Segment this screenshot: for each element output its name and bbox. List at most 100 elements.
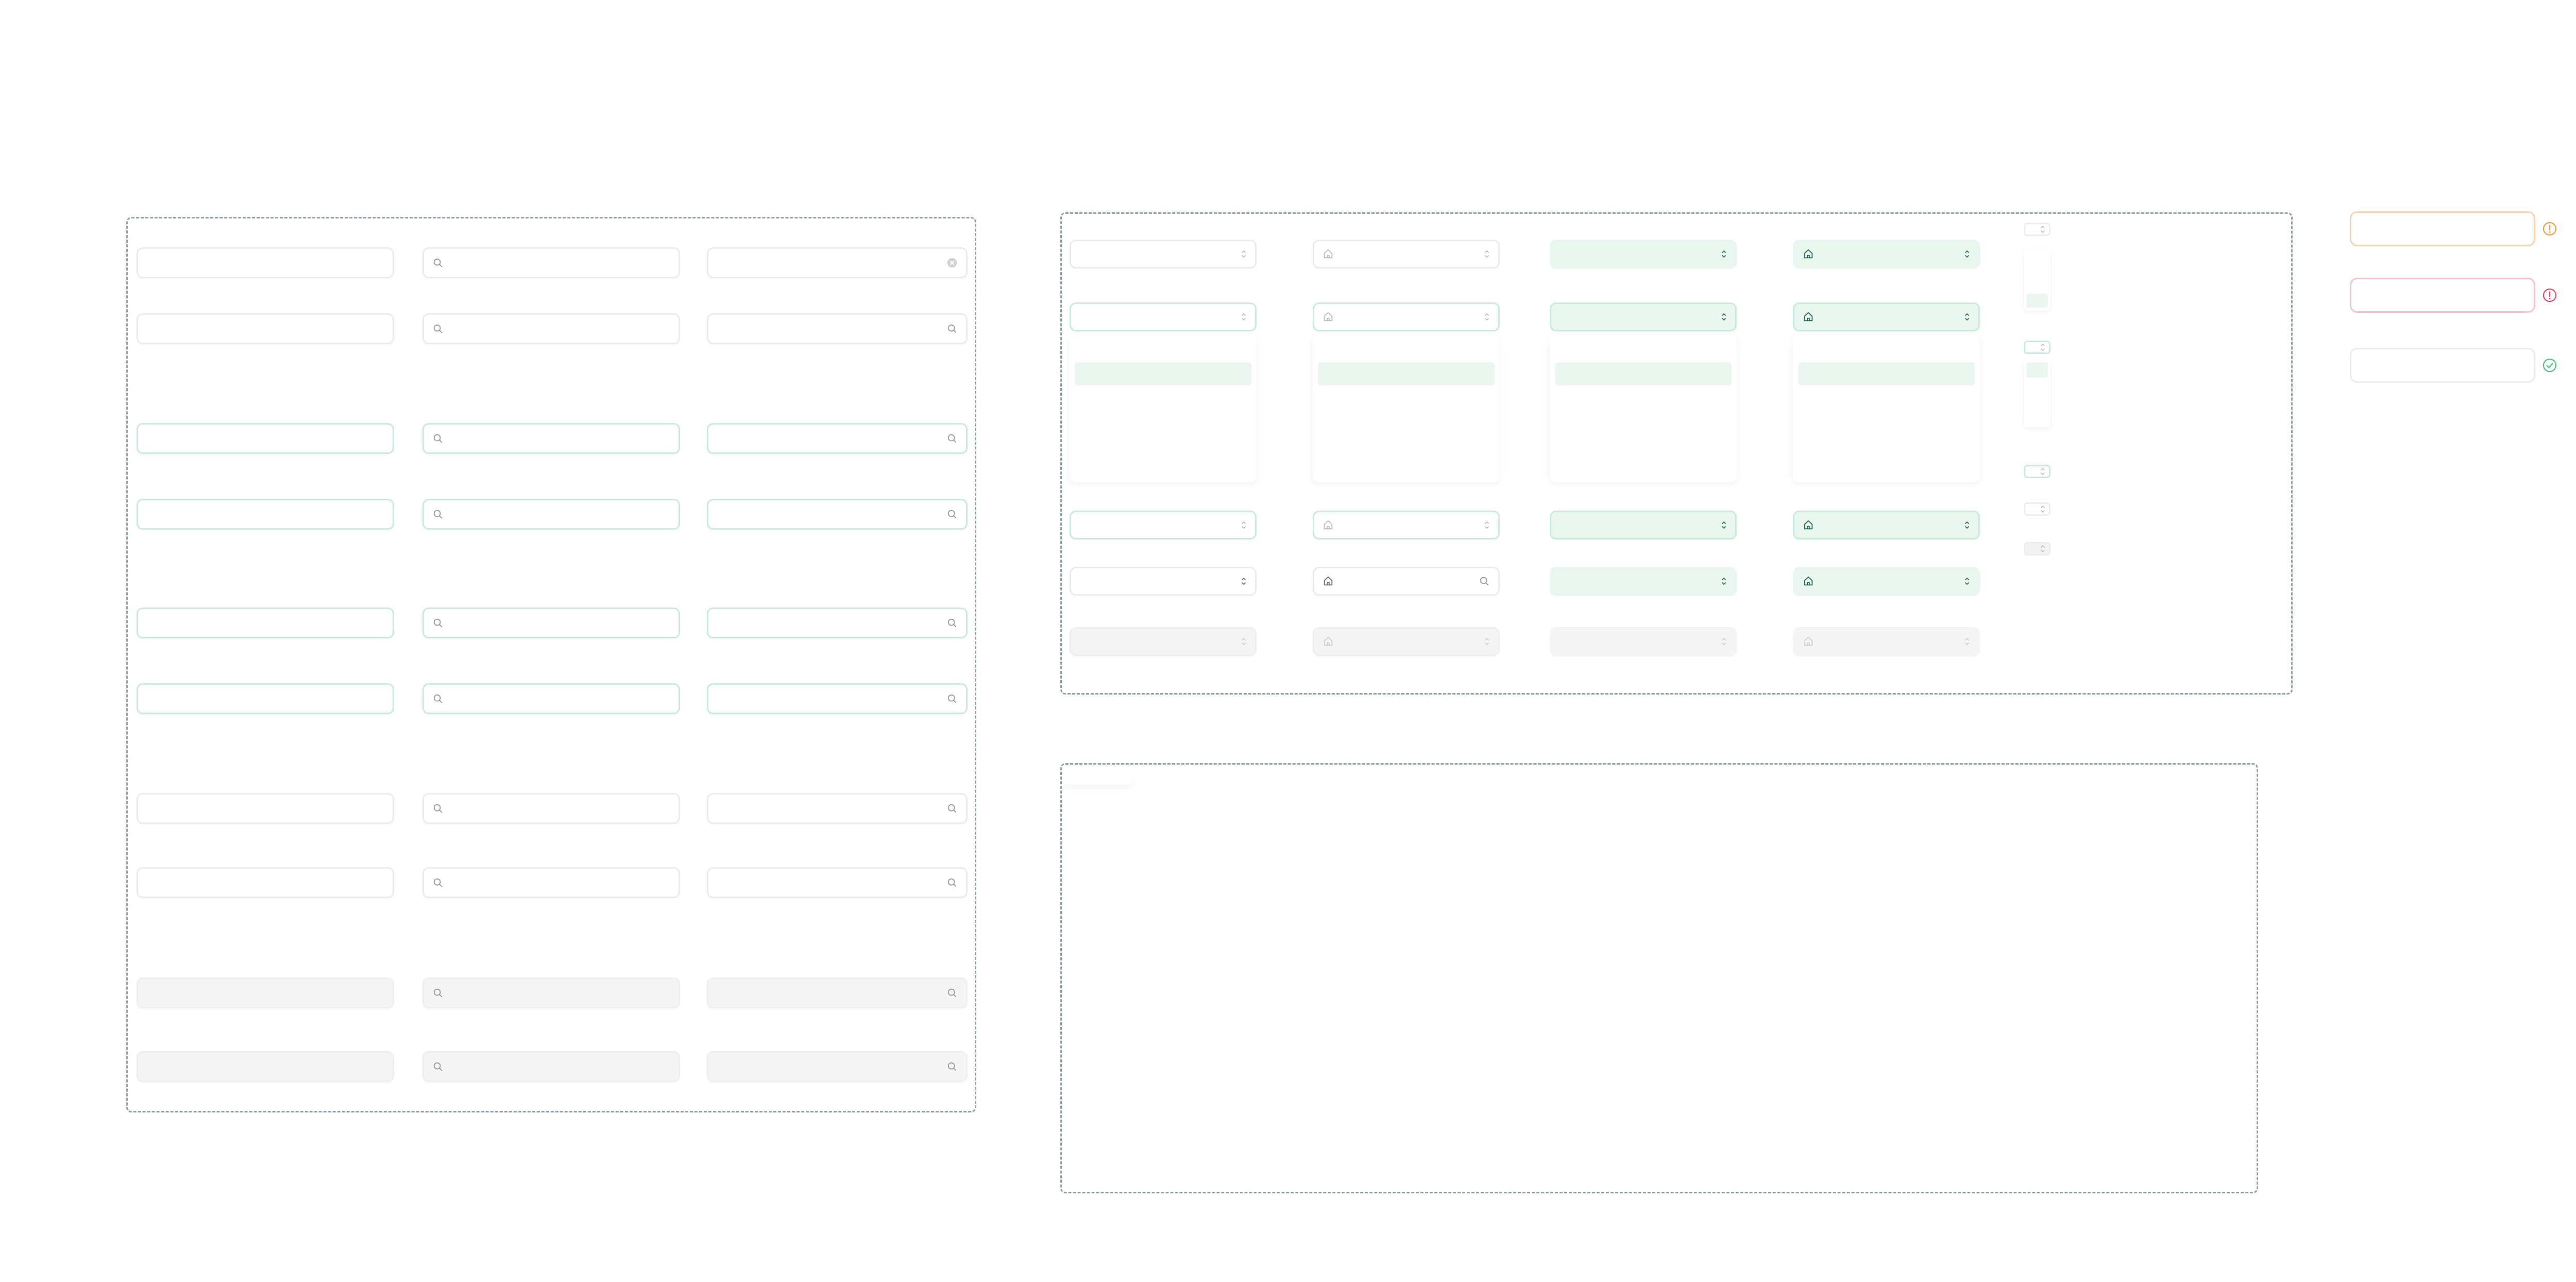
dropdown-select[interactable] [1313,567,1500,596]
search-icon [946,987,958,999]
dropdown-option[interactable] [1555,385,1732,409]
chev-icon [1721,248,1727,260]
chev-icon [2040,342,2046,353]
small-dropdown-option[interactable] [2026,393,2048,409]
search-icon [432,509,444,520]
home-icon [1803,519,1814,531]
dropdown-option[interactable] [1318,409,1495,432]
small-dropdown[interactable] [2024,223,2050,236]
small-dropdown-option[interactable] [2026,409,2048,424]
dropdown-select[interactable] [1793,302,1980,331]
chev-icon [2040,224,2046,235]
dropdown-select[interactable] [1550,567,1737,596]
dropdown-option[interactable] [1318,362,1495,385]
dropdown-option[interactable] [1798,455,1975,478]
search-icon [946,877,958,888]
hover-text-input[interactable] [137,423,394,454]
search-icon [946,803,958,814]
dropdown-select[interactable] [1313,511,1500,539]
active-text-input[interactable] [137,683,394,714]
filled-text-input[interactable] [422,867,680,898]
dropdown-option[interactable] [1798,409,1975,432]
dropdown-option[interactable] [1555,409,1732,432]
dropdown-option[interactable] [1798,362,1975,385]
chev-icon [1241,519,1247,531]
dropdown-select[interactable] [1070,511,1257,539]
dropdown-select[interactable] [1313,240,1500,268]
active-text-input[interactable] [707,683,968,714]
warning-state-input[interactable] [2350,211,2535,246]
home-icon [1803,576,1814,587]
dropdown-select[interactable] [1550,511,1737,539]
dropdown-option[interactable] [1555,455,1732,478]
dropdown-option[interactable] [1555,339,1732,362]
small-dropdown-option[interactable] [2026,280,2048,294]
dropdown-select[interactable] [1550,302,1737,331]
dropdown-select[interactable] [1070,302,1257,331]
search-icon [946,509,958,520]
dropdown-select[interactable] [1070,240,1257,268]
search-icon [946,693,958,704]
default-text-input[interactable] [422,313,680,344]
dropdown-option[interactable] [1075,385,1251,409]
dropdown-option[interactable] [1798,339,1975,362]
chev-icon [2040,503,2046,515]
chev-icon [2040,543,2046,554]
small-dropdown-option[interactable] [2026,252,2048,266]
default-text-input[interactable] [707,313,968,344]
small-dropdown-open[interactable] [2024,341,2050,354]
dropdown-select[interactable] [1793,511,1980,539]
dropdown-option[interactable] [1798,432,1975,455]
dropdown-option[interactable] [1555,362,1732,385]
dropdown-option[interactable] [1075,409,1251,432]
dropdown-option[interactable] [1075,432,1251,455]
dropdown-option[interactable] [1075,339,1251,362]
small-dropdown[interactable] [2024,465,2050,478]
small-dropdown-option[interactable] [2026,266,2048,280]
alert-circle-icon [2542,288,2557,303]
hover-text-input[interactable] [422,499,680,530]
success-state-input[interactable] [2350,348,2535,383]
default-text-input[interactable] [137,247,394,278]
small-dropdown-option[interactable] [2026,294,2048,308]
default-text-input[interactable] [422,247,680,278]
active-text-input[interactable] [422,683,680,714]
disabled-text-input [137,1051,394,1082]
filled-text-input[interactable] [137,867,394,898]
hover-text-input[interactable] [137,499,394,530]
dropdown-select[interactable] [1070,567,1257,596]
small-dropdown-option[interactable] [2026,362,2048,378]
dropdown-select[interactable] [1313,302,1500,331]
dropdown-option[interactable] [1555,432,1732,455]
hover-text-input[interactable] [707,423,968,454]
dropdown-option[interactable] [1318,432,1495,455]
small-dropdown-option[interactable] [2026,378,2048,393]
dropdown-select[interactable] [1550,240,1737,268]
dropdown-option[interactable] [1318,455,1495,478]
dropdown-select[interactable] [1793,240,1980,268]
active-text-input[interactable] [422,608,680,638]
hover-text-input[interactable] [422,423,680,454]
filled-text-input[interactable] [137,793,394,824]
dropdown-option[interactable] [1318,339,1495,362]
small-dropdown[interactable] [2024,502,2050,516]
active-text-input[interactable] [707,608,968,638]
default-text-input[interactable] [137,313,394,344]
error-state-input[interactable] [2350,278,2535,313]
dropdown-menu [1793,335,1980,482]
filled-text-input[interactable] [422,793,680,824]
disabled-text-input [137,977,394,1008]
default-text-input[interactable] [707,247,968,278]
chev-icon [1484,311,1490,323]
filled-text-input[interactable] [707,793,968,824]
chev-icon [1241,636,1247,647]
active-text-input[interactable] [137,608,394,638]
chev-icon [1964,636,1970,647]
dropdown-option[interactable] [1075,362,1251,385]
hover-text-input[interactable] [707,499,968,530]
dropdown-option[interactable] [1798,385,1975,409]
filled-text-input[interactable] [707,867,968,898]
dropdown-select[interactable] [1793,567,1980,596]
dropdown-option[interactable] [1318,385,1495,409]
dropdown-option[interactable] [1075,455,1251,478]
